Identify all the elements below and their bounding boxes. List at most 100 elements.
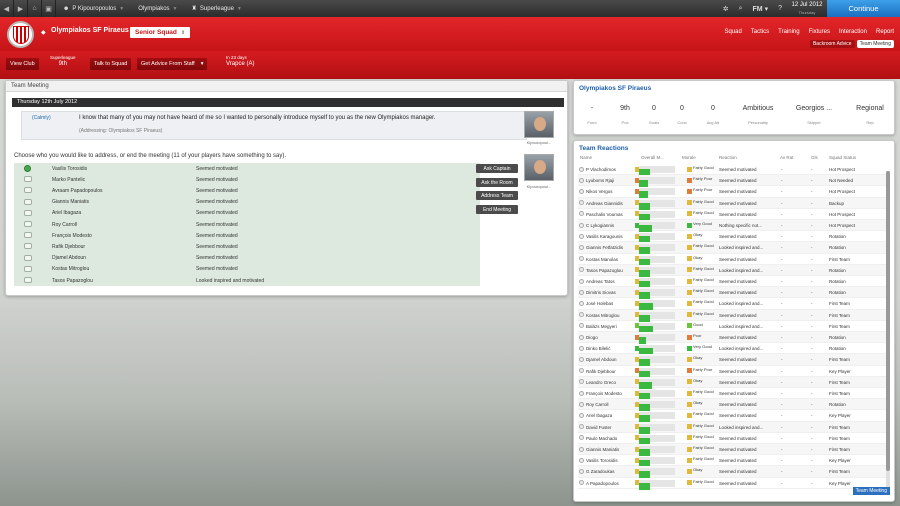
club-name[interactable]: Olympiakos SF Piraeus: [51, 27, 129, 34]
player-name[interactable]: G Zaradoukas: [586, 469, 615, 474]
tab-backroom-advice[interactable]: Backroom Advice: [809, 40, 855, 48]
select-checkbox[interactable]: [24, 277, 32, 283]
player-name[interactable]: Vasilis Karagounis: [586, 234, 623, 239]
menu-tactics[interactable]: Tactics: [751, 29, 769, 35]
table-row[interactable]: C Lykogiannis Very Good Nothing specific n…: [578, 220, 886, 232]
player-name[interactable]: Paulo Machado: [586, 436, 617, 441]
col-morale[interactable]: Morale: [682, 155, 696, 160]
talk-to-squad-button[interactable]: Talk to Squad: [90, 58, 132, 70]
player-name[interactable]: François Modesto: [586, 391, 622, 396]
player-name[interactable]: Andreas Giannidis: [586, 201, 623, 206]
player-name[interactable]: Ariel Ibagaza: [586, 413, 612, 418]
table-row[interactable]: Dimitris Siovas Fairly Good Seemed motivat…: [578, 287, 886, 300]
col-gls[interactable]: Gls: [811, 155, 818, 160]
player-name[interactable]: David Fuster: [586, 425, 612, 430]
table-row[interactable]: Paulo Machado Fairly Good Seemed motivated…: [578, 433, 886, 445]
table-row[interactable]: Vasilis Torosidis Fairly Good Seemed motiv…: [578, 455, 886, 468]
player-name[interactable]: Dimitris Siovas: [586, 290, 616, 295]
table-row[interactable]: Andreas Giannidis Fairly Good Seemed motiv…: [578, 197, 886, 210]
player-name[interactable]: Dinko Bilelić: [586, 346, 611, 351]
view-club-button[interactable]: View Club: [6, 58, 39, 70]
table-row[interactable]: Djamel Abdoun Okay Seemed motivated - - First…: [578, 354, 886, 367]
list-item[interactable]: Giannis Maniatis Seemed motivated: [14, 197, 480, 208]
list-item[interactable]: Tasos Papazoglou Looked inspired and moti…: [14, 275, 480, 286]
table-row[interactable]: Nikos Vergos Fairly Poor Seemed motivated -…: [578, 186, 886, 199]
next-match[interactable]: In 23 days Vrapce (A): [226, 55, 254, 67]
player-name[interactable]: Paschalis Voumas: [586, 212, 623, 217]
table-row[interactable]: François Modesto Fairly Good Seemed motiva…: [578, 388, 886, 400]
breadcrumb-club[interactable]: Olympiakos ▼: [131, 6, 184, 12]
table-row[interactable]: Paschalis Voumas Fairly Good Seemed motiva…: [578, 209, 886, 221]
select-checkbox[interactable]: [24, 254, 32, 261]
home-icon[interactable]: ⌂: [28, 0, 42, 17]
col-status[interactable]: Squad Status: [829, 155, 856, 160]
forward-icon[interactable]: ▶: [14, 0, 28, 17]
select-checkbox[interactable]: [24, 187, 32, 194]
list-item[interactable]: Vasilis Torosidis Seemed motivated: [14, 163, 480, 174]
back-icon[interactable]: ◀: [0, 0, 14, 17]
address-team-button[interactable]: Address Team: [476, 191, 518, 200]
breadcrumb-manager[interactable]: ☻ P Kipouropoulos ▼: [56, 6, 131, 12]
table-row[interactable]: Giannis Maniatis Fairly Good Seemed motiva…: [578, 444, 886, 456]
table-row[interactable]: José Holebas Fairly Good Looked inspired a…: [578, 298, 886, 311]
table-row[interactable]: Diogo Poor Seemed motivated - - Rotation: [578, 332, 886, 344]
table-row[interactable]: Dinko Bilelić Very Good Looked inspired an…: [578, 343, 886, 356]
menu-fixtures[interactable]: Fixtures: [809, 29, 830, 35]
player-name[interactable]: Giannis Maniatis: [586, 447, 619, 452]
breadcrumb-league[interactable]: ♜ Superleague ▼: [185, 5, 249, 13]
player-name[interactable]: P Vlachodimos: [586, 167, 616, 172]
select-checkbox[interactable]: [24, 232, 32, 239]
menu-interaction[interactable]: Interaction: [839, 29, 867, 35]
col-avrat[interactable]: Av Rat: [780, 155, 793, 160]
ask-captain-button[interactable]: Ask Captain: [476, 164, 518, 173]
table-row[interactable]: Leandro Greco Okay Seemed motivated - - First…: [578, 376, 886, 389]
table-row[interactable]: Ariel Ibagaza Fairly Good Seemed motivated…: [578, 410, 886, 423]
list-item[interactable]: François Modesto Seemed motivated: [14, 230, 480, 241]
fm-menu[interactable]: FM ▾: [748, 5, 774, 13]
league-position[interactable]: Superleague 9th: [50, 55, 76, 67]
list-item[interactable]: Marko Pantelic Seemed motivated: [14, 174, 480, 185]
table-row[interactable]: Giannis Fetfatzidis Fairly Good Looked ins…: [578, 242, 886, 255]
col-reaction[interactable]: Reaction: [719, 155, 737, 160]
list-item[interactable]: Avraam Papadopoulos Seemed motivated: [14, 185, 480, 196]
player-name[interactable]: Vasilis Torosidis: [586, 458, 618, 463]
table-row[interactable]: Kostas Mitroglou Fairly Good Seemed motiva…: [578, 309, 886, 322]
ask-room-button[interactable]: Ask the Room: [476, 178, 518, 187]
get-advice-button[interactable]: Get Advice From Staff ▾: [137, 58, 208, 70]
player-name[interactable]: Kostas Manolas: [586, 257, 618, 262]
save-icon[interactable]: ▣: [42, 0, 56, 17]
senior-squad-button[interactable]: Senior Squad ⇕: [130, 27, 191, 38]
player-name[interactable]: Roy Carroll: [586, 402, 609, 407]
list-item[interactable]: Djamel Abdoun Seemed motivated: [14, 253, 480, 264]
club-menu-icon[interactable]: ◆: [41, 29, 46, 36]
select-checkbox[interactable]: [24, 243, 32, 250]
table-row[interactable]: David Fuster Fairly Good Looked inspired a…: [578, 421, 886, 434]
table-row[interactable]: Roy Carroll Okay Seemed motivated - - Rotatio…: [578, 399, 886, 412]
table-row[interactable]: Lyuboms Rjaji Fairly Poor Seemed motivated…: [578, 175, 886, 188]
select-checkbox[interactable]: [24, 209, 32, 216]
select-checkbox[interactable]: [24, 165, 31, 172]
player-name[interactable]: Leandro Greco: [586, 380, 616, 385]
reactions-scrollbar[interactable]: [886, 171, 890, 491]
scroll-thumb[interactable]: [886, 171, 890, 471]
table-row[interactable]: Rafik Djebbour Fairly Poor Seemed motivate…: [578, 366, 886, 378]
help-icon[interactable]: ?: [773, 5, 787, 12]
player-name[interactable]: A Papadopoulos: [586, 481, 619, 486]
table-row[interactable]: Balázs Megyeri Good Looked inspired and...…: [578, 321, 886, 333]
player-name[interactable]: Rafik Djebbour: [586, 369, 616, 374]
list-item[interactable]: Ariel Ibagaza Seemed motivated: [14, 208, 480, 219]
menu-report[interactable]: Report: [876, 29, 894, 35]
player-name[interactable]: José Holebas: [586, 301, 613, 306]
menu-squad[interactable]: Squad: [724, 29, 741, 35]
table-row[interactable]: Vasilis Karagounis Okay Seemed motivated - -…: [578, 231, 886, 244]
select-checkbox[interactable]: [24, 221, 32, 227]
table-row[interactable]: G Zaradoukas Okay Seemed motivated - - First …: [578, 466, 886, 479]
player-name[interactable]: Nikos Vergos: [586, 189, 613, 194]
player-name[interactable]: Lyuboms Rjaji: [586, 178, 614, 183]
player-name[interactable]: Kostas Mitroglou: [586, 313, 620, 318]
table-row[interactable]: Tasos Papazoglou Fairly Good Looked inspir…: [578, 264, 886, 277]
player-name[interactable]: Djamel Abdoun: [586, 357, 617, 362]
search-icon[interactable]: ⌕: [734, 5, 748, 13]
col-overall[interactable]: Overall M...: [641, 155, 664, 160]
menu-training[interactable]: Training: [778, 29, 799, 35]
